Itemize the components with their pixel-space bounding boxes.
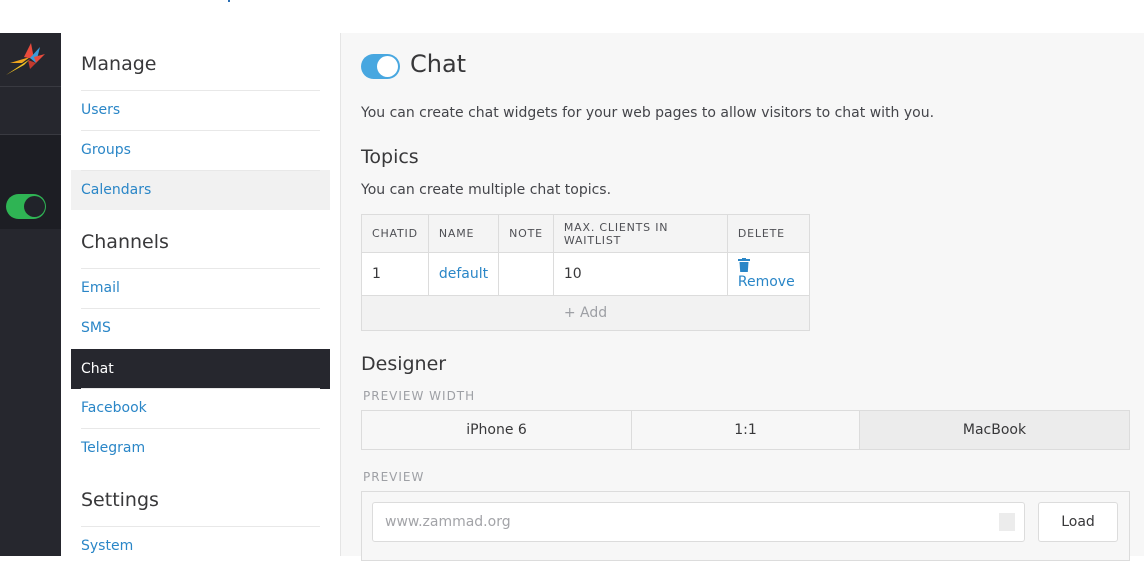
topic-name-link[interactable]: default [427, 252, 500, 296]
column-header-chatid: CHATID [361, 214, 429, 253]
width-option-iphone6[interactable]: iPhone 6 [362, 411, 631, 449]
logo[interactable] [0, 33, 61, 87]
cell-max-clients: 10 [552, 252, 728, 296]
cell-chatid: 1 [361, 252, 429, 296]
preview-panel: Load [361, 491, 1130, 561]
cell-note [498, 252, 554, 296]
chat-enable-toggle[interactable] [361, 54, 400, 79]
sidebar-item-system[interactable]: System [71, 526, 330, 566]
top-dot [228, 0, 230, 2]
sidebar-item-groups[interactable]: Groups [71, 130, 330, 170]
sidebar-item-sms[interactable]: SMS [71, 308, 330, 348]
admin-sidebar: Manage Users Groups Calendars Channels E… [61, 33, 341, 556]
column-header-delete: DELETE [726, 214, 811, 253]
topics-heading: Topics [361, 146, 419, 168]
page-title: Chat [410, 50, 467, 78]
sidebar-item-label: SMS [81, 320, 111, 336]
navigation-rail [0, 33, 61, 556]
group-title-settings: Settings [81, 489, 159, 511]
sidebar-item-facebook[interactable]: Facebook [71, 388, 330, 428]
designer-heading: Designer [361, 353, 447, 375]
sidebar-item-label: Chat [81, 361, 114, 377]
sidebar-item-label: Telegram [81, 440, 146, 456]
preview-url-input[interactable] [372, 502, 1025, 542]
sidebar-item-label: Calendars [81, 182, 152, 198]
remove-label: Remove [737, 274, 795, 290]
column-header-max-clients: MAX. CLIENTS IN WAITLIST [552, 214, 728, 253]
sidebar-item-label: Email [81, 280, 120, 296]
toggle-knob [377, 56, 398, 77]
column-header-note: NOTE [498, 214, 554, 253]
preview-label: PREVIEW [363, 470, 425, 484]
status-toggle-knob [24, 196, 45, 217]
add-topic-button[interactable]: + Add [361, 296, 810, 331]
rail-slot[interactable] [0, 87, 61, 135]
table-header-row: CHATID NAME NOTE MAX. CLIENTS IN WAITLIS… [361, 214, 811, 253]
preview-width-label: PREVIEW WIDTH [363, 389, 476, 403]
table-row: 1 default 10 Remove [361, 252, 811, 296]
group-title-manage: Manage [81, 53, 157, 75]
group-title-channels: Channels [81, 231, 169, 253]
input-indicator-icon [999, 513, 1015, 531]
status-toggle[interactable] [6, 194, 46, 219]
sidebar-item-users[interactable]: Users [71, 90, 330, 130]
topics-description: You can create multiple chat topics. [361, 182, 612, 198]
preview-width-selector: iPhone 6 1:1 MacBook [361, 410, 1130, 450]
width-option-1-1[interactable]: 1:1 [631, 411, 859, 449]
sidebar-item-calendars[interactable]: Calendars [71, 170, 330, 210]
sidebar-item-telegram[interactable]: Telegram [71, 428, 330, 468]
zammad-logo-icon [6, 43, 45, 75]
sidebar-item-label: Facebook [81, 400, 147, 416]
trash-icon [737, 258, 750, 272]
main-content: Chat You can create chat widgets for you… [341, 33, 1144, 561]
sidebar-item-label: Users [81, 102, 121, 118]
remove-topic-button[interactable]: Remove [726, 252, 811, 296]
width-option-macbook[interactable]: MacBook [859, 411, 1129, 449]
sidebar-item-label: Groups [81, 142, 131, 158]
topics-table: CHATID NAME NOTE MAX. CLIENTS IN WAITLIS… [361, 214, 811, 296]
sidebar-item-email[interactable]: Email [71, 268, 330, 308]
sidebar-item-chat[interactable]: Chat [71, 349, 330, 389]
page-description: You can create chat widgets for your web… [361, 105, 935, 121]
column-header-name: NAME [427, 214, 500, 253]
load-button[interactable]: Load [1038, 502, 1118, 542]
sidebar-item-label: System [81, 538, 134, 554]
